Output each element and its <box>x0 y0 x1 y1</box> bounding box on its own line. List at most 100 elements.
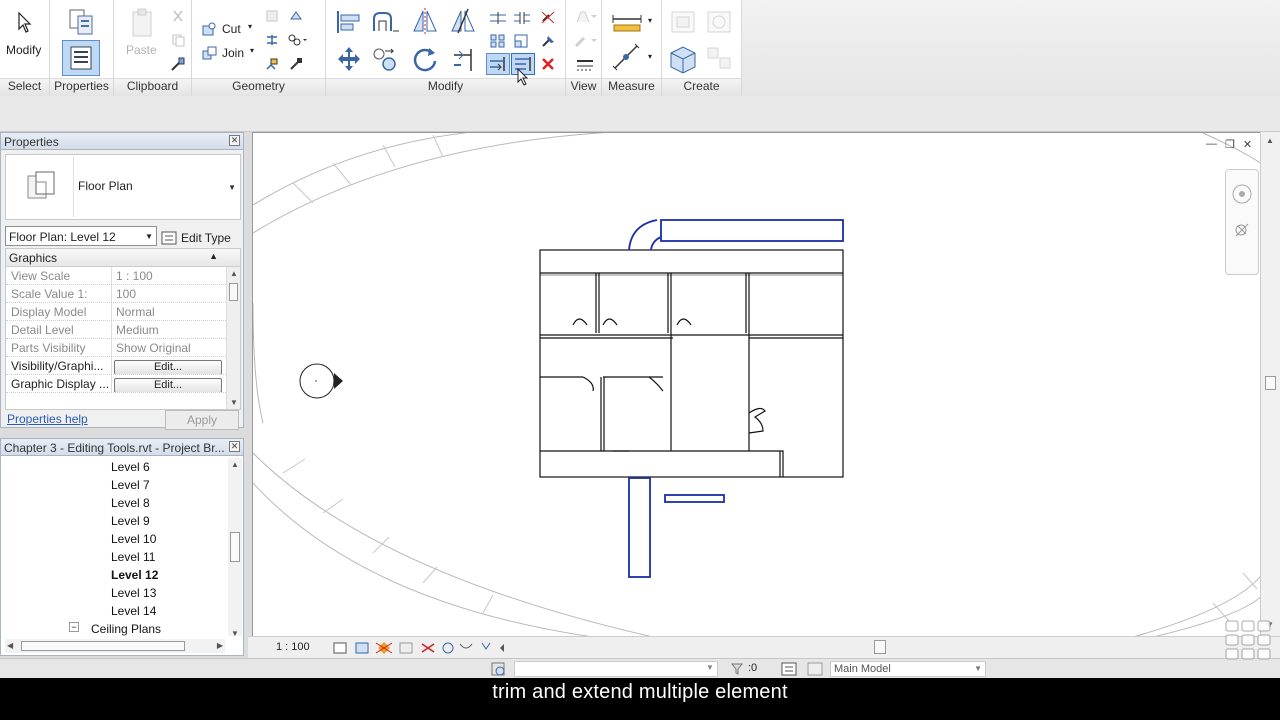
create-similar-icon[interactable] <box>704 44 734 72</box>
status-workset-field[interactable] <box>514 661 718 677</box>
close-icon[interactable]: ✕ <box>1243 138 1252 151</box>
array-icon[interactable] <box>488 32 508 50</box>
minimize-icon[interactable]: — <box>1206 138 1217 151</box>
tree-item-level-12[interactable]: Level 12 <box>111 568 158 582</box>
scroll-thumb[interactable] <box>229 283 238 301</box>
properties-title-bar[interactable]: Properties ✕ <box>0 132 244 150</box>
measure-dropdown-icon[interactable]: ▾ <box>648 16 652 25</box>
create-parts-icon[interactable] <box>704 8 734 36</box>
close-icon[interactable]: ✕ <box>229 135 240 146</box>
unpin-icon[interactable] <box>538 8 558 26</box>
drawing-canvas[interactable] <box>252 132 1268 636</box>
project-browser-title-bar[interactable]: Chapter 3 - Editing Tools.rvt - Project … <box>0 438 244 456</box>
paint-icon[interactable] <box>264 56 280 72</box>
tree-group-ceiling-plans[interactable]: Ceiling Plans <box>91 622 161 636</box>
scroll-right-icon[interactable]: ▶ <box>217 641 223 650</box>
offset-icon[interactable] <box>370 8 402 36</box>
modify-cursor-icon[interactable] <box>14 10 36 36</box>
visibility-graphics-edit-button[interactable]: Edit... <box>114 360 222 374</box>
create-assembly-icon[interactable] <box>668 8 698 36</box>
pin-icon[interactable] <box>538 32 558 50</box>
editable-only-icon[interactable] <box>806 661 824 677</box>
scroll-left-icon[interactable]: ◀ <box>7 641 13 650</box>
filter-icon[interactable] <box>730 662 744 676</box>
join-geometry-label[interactable]: Join <box>222 46 244 60</box>
cut-clipboard-icon[interactable] <box>170 8 186 24</box>
type-selector[interactable]: Floor Plan ▼ <box>5 154 241 220</box>
join-geometry-icon[interactable] <box>200 44 218 62</box>
property-value[interactable]: 100 <box>112 285 222 302</box>
split-with-gap-icon[interactable] <box>512 10 532 26</box>
design-option-selector[interactable]: Main Model ▼ <box>830 661 986 677</box>
move-icon[interactable] <box>334 44 364 74</box>
modify-button-label[interactable]: Modify <box>6 43 41 57</box>
apply-button[interactable]: Apply <box>165 410 239 430</box>
tree-item-level-11[interactable]: Level 11 <box>111 550 155 564</box>
paste-icon[interactable] <box>128 6 156 40</box>
dimension-dropdown-icon[interactable]: ▾ <box>648 52 652 61</box>
graphics-section-header[interactable]: Graphics ▲ <box>6 249 240 267</box>
trim-extend-single-button[interactable] <box>486 53 510 75</box>
graphic-display-edit-button[interactable]: Edit... <box>114 378 222 392</box>
view-scale[interactable]: 1 : 100 <box>276 641 310 653</box>
properties-scrollbar[interactable]: ▲ ▼ <box>226 267 240 409</box>
viewcube-grid-icon[interactable] <box>1218 619 1278 677</box>
scroll-thumb[interactable] <box>21 641 185 651</box>
worksets-icon[interactable] <box>490 661 508 677</box>
mirror-draw-axis-icon[interactable] <box>448 6 478 36</box>
properties-toggle-button[interactable] <box>62 40 100 76</box>
tree-item-level-10[interactable]: Level 10 <box>111 532 156 546</box>
horizontal-scroll-thumb[interactable] <box>874 640 886 654</box>
properties-help-link[interactable]: Properties help <box>7 412 88 426</box>
mirror-pick-axis-icon[interactable] <box>410 6 440 36</box>
demolish-dropdown-icon[interactable] <box>286 32 308 48</box>
delete-icon[interactable] <box>538 55 558 73</box>
steering-wheel-icon[interactable] <box>1226 170 1260 276</box>
property-value[interactable]: Show Original <box>112 339 222 356</box>
copy-element-icon[interactable] <box>370 44 400 74</box>
canvas-vertical-scrollbar[interactable]: ▲ ▼ <box>1260 132 1280 658</box>
demolish-icon[interactable] <box>288 56 304 72</box>
view-control-icons[interactable] <box>332 640 512 656</box>
scroll-thumb[interactable] <box>1265 376 1276 390</box>
browser-vertical-scrollbar[interactable]: ▲ ▼ <box>228 458 242 638</box>
tree-item-level-9[interactable]: Level 9 <box>111 514 150 528</box>
edit-type-button[interactable]: Edit Type <box>161 226 243 246</box>
scroll-down-icon[interactable]: ▼ <box>230 398 238 407</box>
browser-horizontal-scrollbar[interactable]: ◀ ▶ <box>5 639 225 653</box>
cut-geometry-icon[interactable] <box>200 20 218 38</box>
copy-icon[interactable] <box>170 32 186 48</box>
override-graphics-icon[interactable] <box>572 32 598 50</box>
close-icon[interactable]: ✕ <box>229 441 240 452</box>
join-dropdown-icon[interactable]: ▾ <box>250 46 254 55</box>
scroll-down-icon[interactable]: ▼ <box>231 629 239 638</box>
scroll-up-icon[interactable]: ▲ <box>1266 136 1274 145</box>
tree-item-level-14[interactable]: Level 14 <box>111 604 156 618</box>
hide-element-icon[interactable] <box>572 8 598 26</box>
paste-label[interactable]: Paste <box>126 43 157 57</box>
split-element-icon[interactable] <box>488 10 508 26</box>
scroll-thumb[interactable] <box>230 532 240 562</box>
match-properties-icon[interactable] <box>170 56 186 72</box>
instance-selector[interactable]: Floor Plan: Level 12 ▼ <box>5 226 157 246</box>
scroll-up-icon[interactable]: ▲ <box>230 269 238 278</box>
cut-geometry-label[interactable]: Cut <box>222 22 241 36</box>
type-dropdown-icon[interactable]: ▼ <box>228 183 236 192</box>
property-value[interactable]: Medium <box>112 321 222 338</box>
property-value[interactable]: Normal <box>112 303 222 320</box>
tree-item-level-8[interactable]: Level 8 <box>111 496 150 510</box>
tree-item-level-6[interactable]: Level 6 <box>111 460 150 474</box>
cut-dropdown-icon[interactable]: ▾ <box>248 22 252 31</box>
chevron-down-icon[interactable]: ▼ <box>706 663 714 672</box>
tree-item-level-13[interactable]: Level 13 <box>111 586 156 600</box>
linework-icon[interactable] <box>572 56 598 74</box>
tree-item-level-7[interactable]: Level 7 <box>111 478 150 492</box>
align-icon[interactable] <box>334 8 364 36</box>
rotate-icon[interactable] <box>410 44 440 74</box>
scroll-up-icon[interactable]: ▲ <box>231 460 239 469</box>
wall-joins-icon[interactable] <box>264 8 280 24</box>
measure-distance-icon[interactable] <box>610 10 644 34</box>
scale-icon[interactable] <box>512 32 532 50</box>
join-roof-icon[interactable] <box>288 8 304 24</box>
collapse-toggle-icon[interactable]: − <box>69 622 79 632</box>
